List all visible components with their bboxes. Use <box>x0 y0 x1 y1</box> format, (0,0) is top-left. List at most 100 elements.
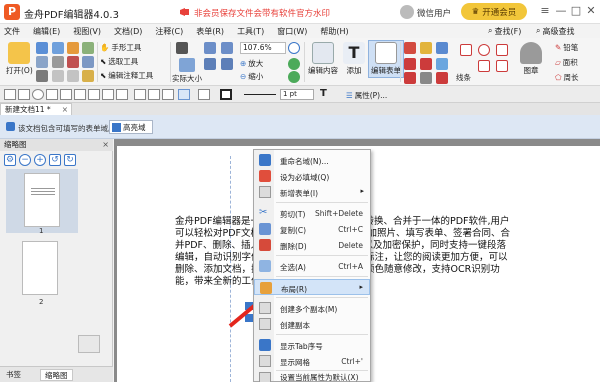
export-icon[interactable] <box>67 42 79 54</box>
arrow-line-icon[interactable] <box>460 44 472 56</box>
close-button[interactable]: ✕ <box>584 4 598 18</box>
user-avatar-icon[interactable] <box>400 5 414 19</box>
bookmarks-tab[interactable]: 书签 <box>2 369 25 381</box>
signature-field-icon[interactable] <box>102 89 114 100</box>
rotate-left-icon[interactable] <box>288 58 300 70</box>
document-tab[interactable]: 新建文档11 * × <box>0 103 72 115</box>
watermark-notice[interactable]: 非会员保存文件会带有软件官方水印 <box>194 7 330 19</box>
open-button[interactable]: 打开(O) <box>6 42 33 76</box>
line-tool-button[interactable]: 线条 <box>456 72 471 83</box>
menu-icon[interactable]: ≡ <box>538 4 552 18</box>
callout-icon[interactable] <box>420 72 432 84</box>
menu-item-delete[interactable]: 删除(D) Delete <box>254 237 370 253</box>
close-tab-icon[interactable]: × <box>62 104 68 115</box>
rectangle-shape-icon[interactable] <box>478 60 490 72</box>
image-icon[interactable] <box>82 42 94 54</box>
highlight-icon[interactable] <box>420 42 432 54</box>
note-icon[interactable] <box>404 42 416 54</box>
distribute-icon[interactable] <box>178 89 190 100</box>
convert-icon[interactable] <box>67 56 79 68</box>
pin-icon[interactable] <box>436 72 448 84</box>
camera-icon[interactable] <box>176 42 188 54</box>
hand-tool-button[interactable]: ✋ 手形工具 <box>100 42 141 53</box>
edit-content-button[interactable]: 编辑内容 <box>308 42 338 76</box>
menu-item-cut[interactable]: ✂ 剪切(T) Shift+Delete <box>254 205 370 221</box>
minimize-button[interactable]: — <box>554 4 568 18</box>
thumbnails-tab[interactable]: 缩略图 <box>40 369 73 381</box>
menu-help[interactable]: 帮助(H) <box>320 26 348 37</box>
page-thumbnail[interactable] <box>24 173 60 227</box>
listbox-field-icon[interactable] <box>60 89 72 100</box>
menu-view[interactable]: 视图(V) <box>73 26 101 37</box>
user-name[interactable]: 微信用户 <box>417 7 451 19</box>
bookmark-icon[interactable] <box>82 70 94 82</box>
menu-item-new-form[interactable]: 新增表单(I) ▸ <box>254 184 370 200</box>
fit-width-icon[interactable] <box>221 42 233 54</box>
align-left-icon[interactable] <box>134 89 146 100</box>
menu-item-show-grid[interactable]: 显示网格 Ctrl+' <box>254 353 370 369</box>
save-icon[interactable] <box>36 56 48 68</box>
image-field-icon[interactable] <box>88 89 100 100</box>
zoom-in-button[interactable]: ⊕ 放大 <box>240 58 263 69</box>
strikeout-icon[interactable] <box>420 58 432 70</box>
area-button[interactable]: ▱ 面积 <box>555 57 578 68</box>
menu-item-create-copy[interactable]: 创建副本 <box>254 316 370 332</box>
close-panel-icon[interactable]: × <box>102 139 109 151</box>
thumbnail-selected-frame[interactable] <box>6 169 78 233</box>
polygon-shape-icon[interactable] <box>496 44 508 56</box>
print-icon[interactable] <box>36 70 48 82</box>
perimeter-button[interactable]: ⬠ 周长 <box>555 72 579 83</box>
scan-icon[interactable] <box>52 56 64 68</box>
checkbox-field-icon[interactable] <box>18 89 30 100</box>
thumbnail-options-icon[interactable]: ⚙ <box>4 154 16 166</box>
page-icon[interactable] <box>82 56 94 68</box>
edit-form-button[interactable]: 编辑表单 <box>368 40 404 78</box>
menu-item-layout[interactable]: 布局(R) ▸ <box>254 279 370 295</box>
zoom-level-select[interactable]: 107.6% <box>240 42 286 54</box>
thumbnail-rotate-right-icon[interactable]: ↻ <box>64 154 76 166</box>
thumbnail-rotate-left-icon[interactable]: ↺ <box>49 154 61 166</box>
menu-item-select-all[interactable]: 全选(A) Ctrl+A <box>254 258 370 274</box>
two-page-icon[interactable] <box>221 58 233 70</box>
maximize-button[interactable]: □ <box>569 4 583 18</box>
actual-size-button[interactable]: 实际大小 <box>172 58 202 84</box>
pencil-button[interactable]: ✎ 铅笔 <box>555 42 578 53</box>
edit-annotation-tool-button[interactable]: ⬉ 编辑注释工具 <box>100 70 153 81</box>
thumbnail-zoom-out-icon[interactable]: − <box>19 154 31 166</box>
menu-window[interactable]: 窗口(W) <box>277 26 307 37</box>
open-vip-button[interactable]: ♛ 开通会员 <box>461 3 527 20</box>
menu-item-rename-field[interactable]: 重命名域(N)... <box>254 152 370 168</box>
highlight-fields-button[interactable]: 高亮域 <box>109 120 153 134</box>
redo-icon[interactable] <box>67 70 79 82</box>
properties-button[interactable]: ☰ 属性(P)... <box>346 90 387 101</box>
menu-item-set-required[interactable]: 设为必填域(Q) <box>254 168 370 184</box>
squiggly-icon[interactable] <box>404 72 416 84</box>
font-t-icon[interactable]: T <box>320 88 327 99</box>
stamp-button[interactable]: 图章 <box>520 42 542 76</box>
combobox-field-icon[interactable] <box>46 89 58 100</box>
cloud-shape-icon[interactable] <box>496 60 508 72</box>
menu-form[interactable]: 表单(R) <box>196 26 224 37</box>
fit-page-icon[interactable] <box>204 42 216 54</box>
align-center-icon[interactable] <box>148 89 160 100</box>
textbox-icon[interactable] <box>436 42 448 54</box>
menu-item-show-tab-order[interactable]: 显示Tab序号 <box>254 337 370 353</box>
rotate-right-icon[interactable] <box>288 71 300 83</box>
new-file-icon[interactable] <box>36 42 48 54</box>
attach-icon[interactable] <box>436 58 448 70</box>
button-field-icon[interactable] <box>74 89 86 100</box>
stroke-color-icon[interactable] <box>220 89 232 100</box>
menu-item-create-multiple-copies[interactable]: 创建多个副本(M) <box>254 300 370 316</box>
zoom-in-circle-icon[interactable] <box>288 42 300 54</box>
menu-item-copy[interactable]: 复制(C) Ctrl+C <box>254 221 370 237</box>
fill-color-icon[interactable] <box>198 89 210 100</box>
zoom-out-button[interactable]: ⊖ 缩小 <box>240 71 263 82</box>
menu-document[interactable]: 文档(D) <box>114 26 142 37</box>
line-style-icon[interactable] <box>244 94 276 95</box>
circle-shape-icon[interactable] <box>478 44 490 56</box>
page-thumbnail[interactable] <box>22 241 58 295</box>
align-right-icon[interactable] <box>162 89 174 100</box>
underline-icon[interactable] <box>404 58 416 70</box>
line-width-select[interactable]: 1 pt <box>280 89 314 100</box>
find-button[interactable]: ⌕ 查找(F) <box>488 24 521 38</box>
